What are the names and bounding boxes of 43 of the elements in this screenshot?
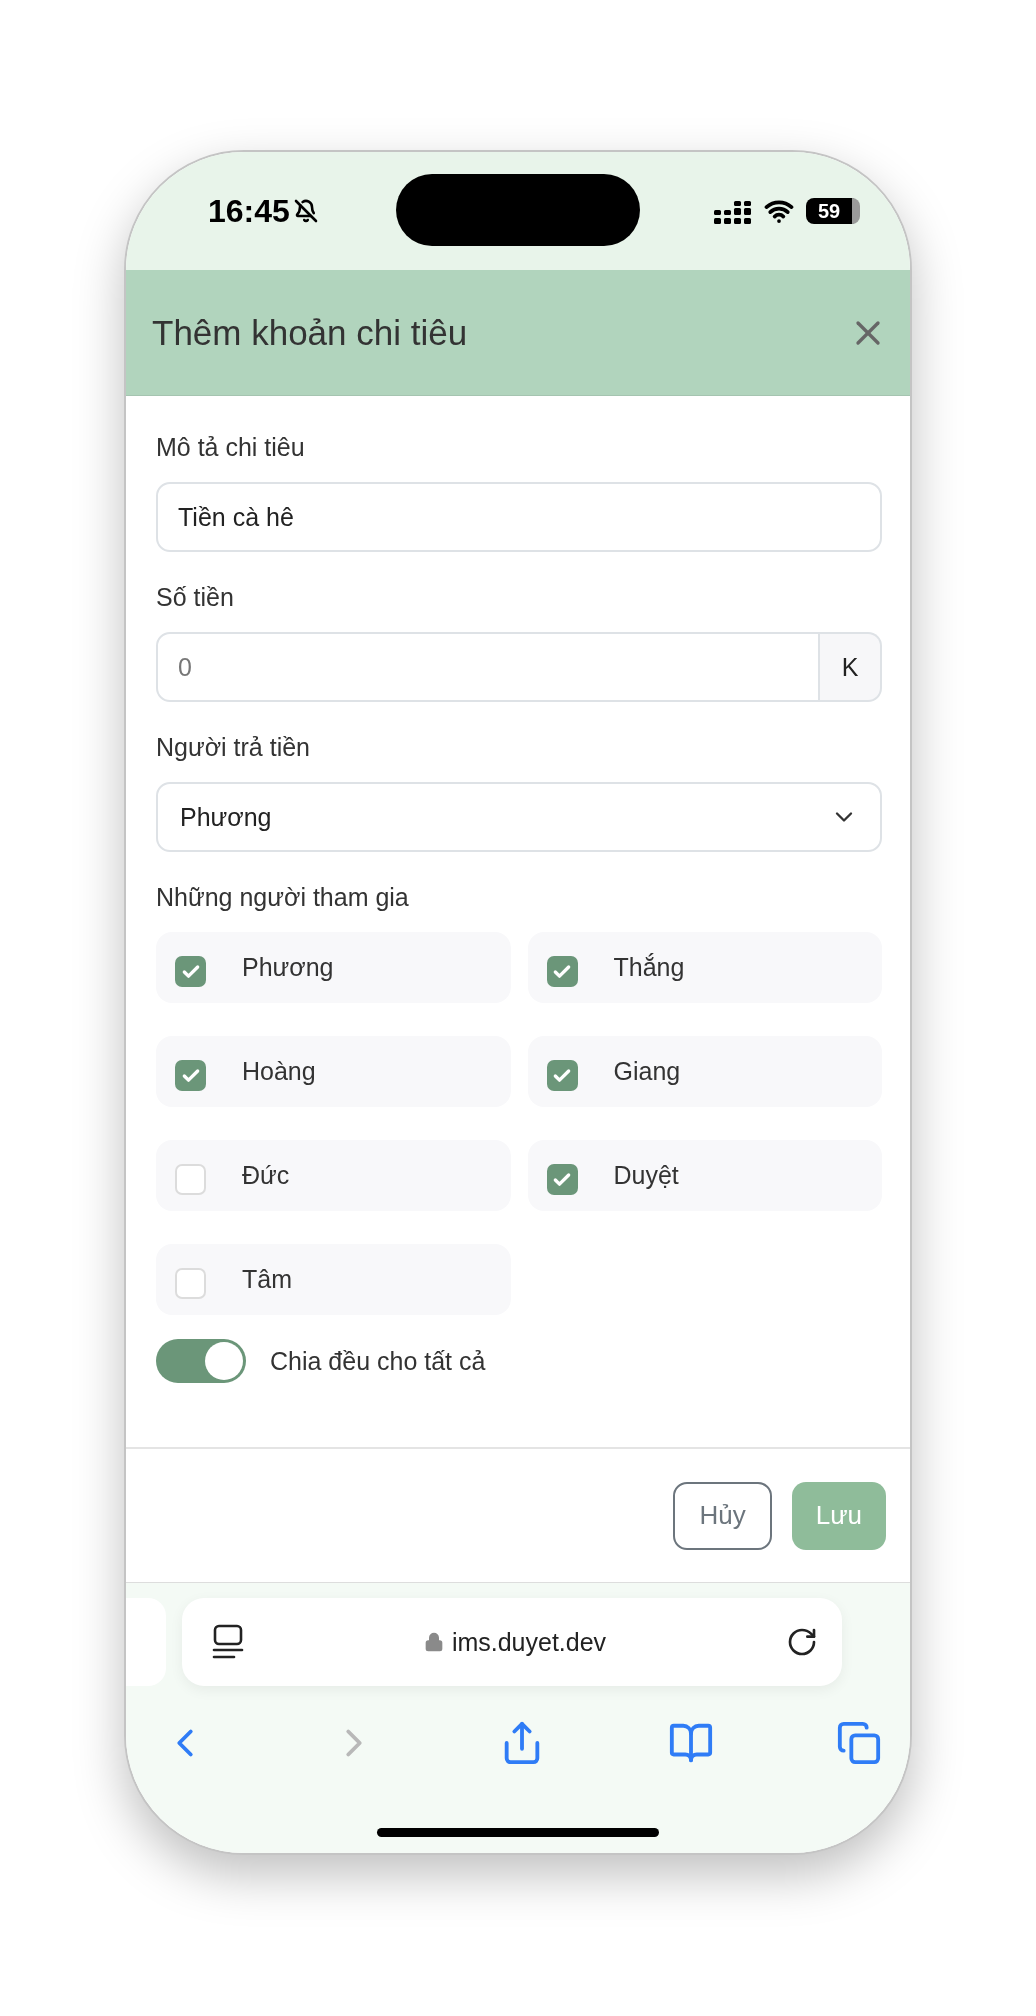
participant-name: Đức: [242, 1161, 290, 1190]
checkbox[interactable]: [546, 1060, 578, 1091]
participant-name: Duyệt: [613, 1161, 679, 1190]
participant-item[interactable]: Hoàng: [156, 1036, 511, 1107]
checkbox[interactable]: [175, 956, 206, 987]
checkbox[interactable]: [546, 1164, 578, 1195]
reader-icon: [212, 1624, 244, 1660]
toggle-switch[interactable]: [156, 1339, 246, 1383]
checkbox[interactable]: [546, 956, 578, 987]
field-label: Người trả tiền: [156, 732, 312, 763]
battery-indicator: 59: [806, 198, 860, 224]
checkbox[interactable]: [175, 1268, 206, 1299]
signal-icon: [714, 198, 752, 224]
cancel-button[interactable]: Hủy: [673, 1481, 772, 1550]
amount-field[interactable]: 0: [156, 632, 820, 702]
tabs-icon[interactable]: [836, 1720, 882, 1766]
participant-name: Giang: [613, 1057, 681, 1086]
dialog-title: Thêm khoản chi tiêu: [152, 312, 468, 353]
participant-name: Tâm: [242, 1265, 292, 1294]
reload-icon[interactable]: [786, 1626, 818, 1658]
participant-item[interactable]: Thắng: [527, 932, 882, 1003]
participant-name: Phương: [242, 953, 334, 982]
address-bar[interactable]: ims.duyet.dev: [182, 1598, 842, 1686]
participant-item[interactable]: Tâm: [156, 1244, 511, 1315]
field-label: Số tiền: [156, 582, 235, 613]
checkbox[interactable]: [175, 1060, 206, 1091]
toggle-label: Chia đều cho tất cả: [270, 1346, 486, 1376]
participant-item[interactable]: Phương: [156, 932, 511, 1003]
participant-item[interactable]: Giang: [527, 1036, 882, 1107]
field-label: Những người tham gia: [156, 882, 410, 913]
lock-icon: [423, 1632, 444, 1652]
field-label: Mô tả chi tiêu: [156, 432, 306, 463]
description-field[interactable]: Tiền cà hê: [156, 482, 882, 552]
status-time: 16:45: [208, 192, 290, 230]
participant-name: Hoàng: [242, 1057, 316, 1086]
unit-suffix: K: [820, 632, 882, 702]
participant-item[interactable]: Duyệt: [527, 1140, 882, 1211]
payer-select[interactable]: Phương: [156, 782, 882, 852]
participant-item[interactable]: Đức: [156, 1140, 511, 1211]
participant-name: Thắng: [613, 953, 685, 982]
checkbox[interactable]: [175, 1164, 206, 1195]
url-text: ims.duyet.dev: [451, 1627, 607, 1657]
silent-bell-icon: [293, 199, 318, 223]
